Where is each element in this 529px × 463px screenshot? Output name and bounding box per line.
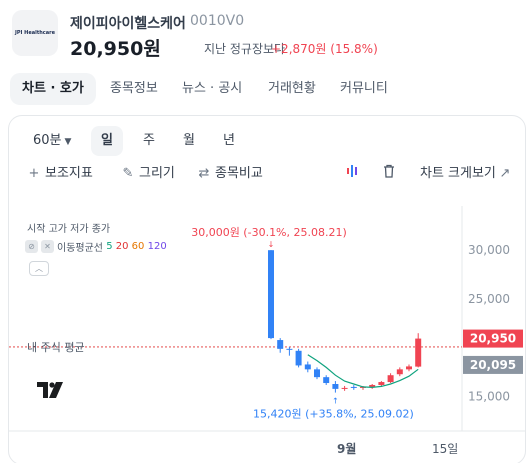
expand-label: 차트 크게보기 bbox=[420, 166, 496, 181]
candle-body bbox=[304, 364, 311, 370]
company-logo: JPI Healthcare bbox=[12, 10, 58, 56]
compare-button[interactable]: ⇄ 종목비교 bbox=[197, 164, 263, 184]
pen-icon: ✎ bbox=[122, 166, 134, 181]
main-tabs: 차트 · 호가 종목정보 뉴스 · 공시 거래현황 커뮤니티 bbox=[10, 73, 520, 105]
current-price-tag-label: 20,950 bbox=[470, 332, 516, 346]
candle-body bbox=[396, 369, 403, 375]
indicators-label: 보조지표 bbox=[45, 166, 93, 181]
interval-label: 60분 bbox=[33, 133, 62, 148]
max-price-annotation: 30,000원 (-30.1%, 25.08.21) bbox=[191, 226, 347, 239]
min-price-arrow: ↑ bbox=[332, 397, 339, 406]
period-month[interactable]: 월 bbox=[173, 126, 205, 156]
ma-5: 5 bbox=[106, 241, 113, 252]
y-tick-label: 15,000 bbox=[468, 390, 510, 404]
plus-icon: + bbox=[28, 166, 40, 181]
candle-body bbox=[332, 384, 339, 389]
period-week[interactable]: 주 bbox=[133, 126, 165, 156]
tab-stock-info[interactable]: 종목정보 bbox=[98, 73, 170, 105]
moving-average-legend: ⊘ ✕ 이동평균선 5 20 60 120 bbox=[25, 239, 167, 255]
tab-news[interactable]: 뉴스 · 공시 bbox=[170, 73, 254, 105]
compare-label: 종목비교 bbox=[215, 166, 263, 181]
min-price-annotation: 15,420원 (+35.8%, 25.09.02) bbox=[253, 408, 414, 421]
indicators-button[interactable]: + 보조지표 bbox=[27, 164, 93, 184]
trash-icon bbox=[384, 164, 394, 178]
stock-code: 0010V0 bbox=[190, 13, 245, 29]
ma-label: 이동평균선 bbox=[57, 243, 103, 254]
stock-header: JPI Healthcare 제이피아이헬스케어 0010V0 20,950원 … bbox=[12, 10, 517, 64]
candle-body bbox=[286, 348, 293, 350]
ohlc-legend: 시작 고가 저가 종가 bbox=[27, 224, 111, 235]
x-tick-label: 15일 bbox=[432, 442, 458, 456]
draw-button[interactable]: ✎ 그리기 bbox=[121, 164, 175, 184]
candle-body bbox=[415, 338, 422, 367]
swap-icon: ⇄ bbox=[198, 166, 210, 181]
x-tick-label: 9월 bbox=[337, 441, 356, 456]
interval-select[interactable]: 60분 ▼ bbox=[23, 126, 81, 156]
period-year[interactable]: 년 bbox=[213, 126, 245, 156]
period-day[interactable]: 일 bbox=[91, 126, 123, 156]
ma-60: 60 bbox=[131, 241, 145, 252]
current-price: 20,950원 bbox=[70, 38, 161, 60]
candle-body bbox=[406, 366, 412, 370]
candle-body bbox=[277, 340, 284, 349]
draw-label: 그리기 bbox=[139, 166, 175, 181]
close-icon[interactable]: ✕ bbox=[41, 240, 54, 253]
collapse-legend-button[interactable]: ︿ bbox=[29, 261, 49, 276]
logo-text: JPI Healthcare bbox=[15, 30, 55, 36]
chart-card: 60분 ▼ 일 주 월 년 + 보조지표 ✎ 그리기 ⇄ 종목비교 차트 크게보기 ↗ 3… bbox=[8, 115, 526, 463]
tab-community[interactable]: 커뮤니티 bbox=[328, 73, 400, 105]
candle-body bbox=[378, 382, 385, 385]
expand-icon: ↗ bbox=[499, 166, 511, 181]
y-tick-label: 25,000 bbox=[468, 292, 510, 306]
tab-trading[interactable]: 거래현황 bbox=[256, 73, 328, 105]
chevron-down-icon: ▼ bbox=[64, 137, 72, 147]
expand-chart-button[interactable]: 차트 크게보기 ↗ bbox=[420, 164, 512, 184]
candle-body bbox=[341, 387, 348, 389]
price-change: +2,870원 (15.8%) bbox=[271, 42, 378, 56]
candle-body bbox=[268, 250, 274, 339]
delete-button[interactable] bbox=[383, 164, 395, 184]
candle-body bbox=[314, 369, 320, 378]
average-price-tag-label: 20,095 bbox=[470, 358, 516, 372]
candle-body bbox=[323, 377, 330, 384]
candle-body bbox=[295, 350, 302, 366]
candle-body bbox=[387, 375, 394, 383]
max-price-arrow: ↓ bbox=[268, 240, 275, 249]
visibility-icon[interactable]: ⊘ bbox=[25, 240, 38, 253]
tradingview-logo-icon bbox=[37, 382, 63, 398]
ma-20: 20 bbox=[115, 241, 129, 252]
ma-120: 120 bbox=[147, 241, 167, 252]
chart-type-button[interactable] bbox=[346, 164, 358, 184]
average-price-label: 내 주식 평균 bbox=[27, 341, 85, 354]
tab-chart[interactable]: 차트 · 호가 bbox=[10, 73, 96, 105]
stock-name: 제이피아이헬스케어 bbox=[70, 16, 186, 32]
y-tick-label: 30,000 bbox=[468, 243, 510, 257]
candle-body bbox=[350, 386, 357, 388]
candle-chart-icon bbox=[347, 165, 357, 177]
